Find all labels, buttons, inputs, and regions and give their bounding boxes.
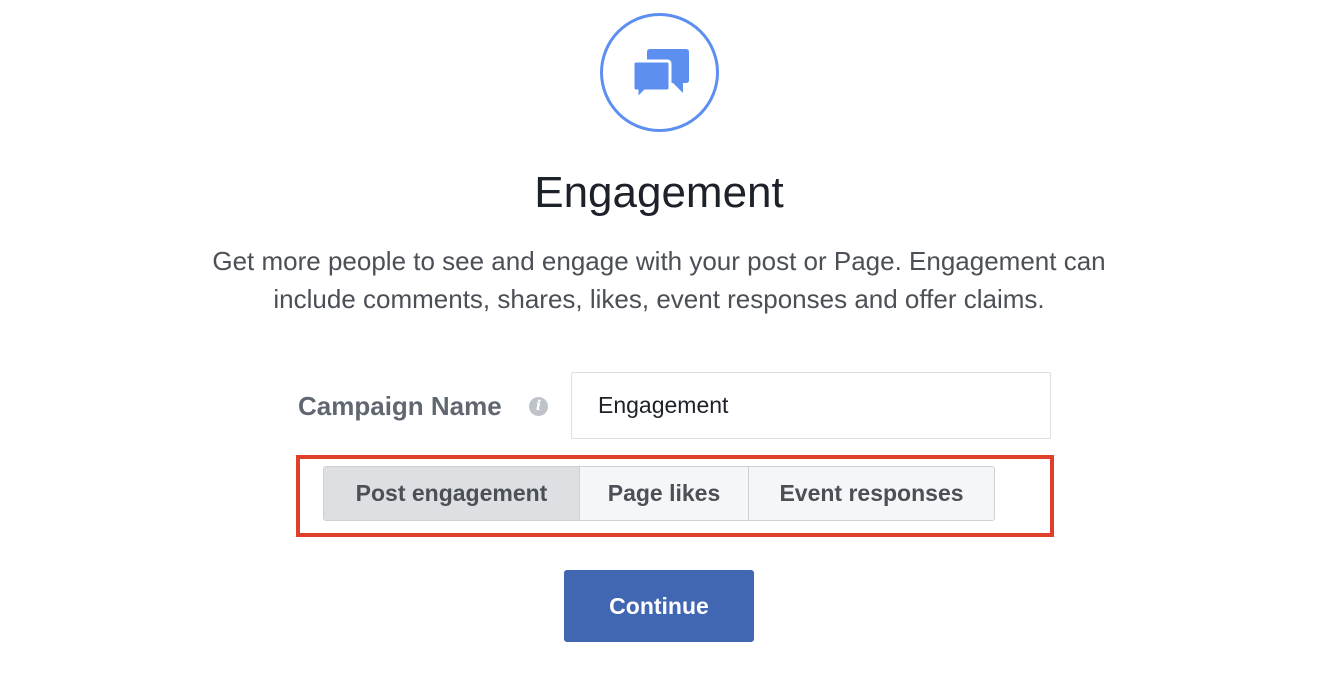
chat-bubbles-icon bbox=[631, 49, 689, 100]
campaign-name-label: Campaign Name bbox=[298, 391, 502, 421]
engagement-type-selector: Post engagement Page likes Event respons… bbox=[323, 466, 995, 521]
page-title: Engagement bbox=[534, 168, 784, 217]
page-likes-option[interactable]: Page likes bbox=[579, 467, 748, 520]
description-line-2: include comments, shares, likes, event r… bbox=[273, 284, 1045, 314]
post-engagement-option[interactable]: Post engagement bbox=[324, 467, 579, 520]
objective-icon-circle bbox=[600, 13, 719, 132]
campaign-name-input[interactable] bbox=[571, 372, 1051, 439]
objective-description: Get more people to see and engage with y… bbox=[0, 242, 1318, 318]
continue-button[interactable]: Continue bbox=[564, 570, 754, 642]
description-line-1: Get more people to see and engage with y… bbox=[212, 246, 1106, 276]
info-icon[interactable]: i bbox=[529, 397, 548, 416]
event-responses-option[interactable]: Event responses bbox=[748, 467, 994, 520]
